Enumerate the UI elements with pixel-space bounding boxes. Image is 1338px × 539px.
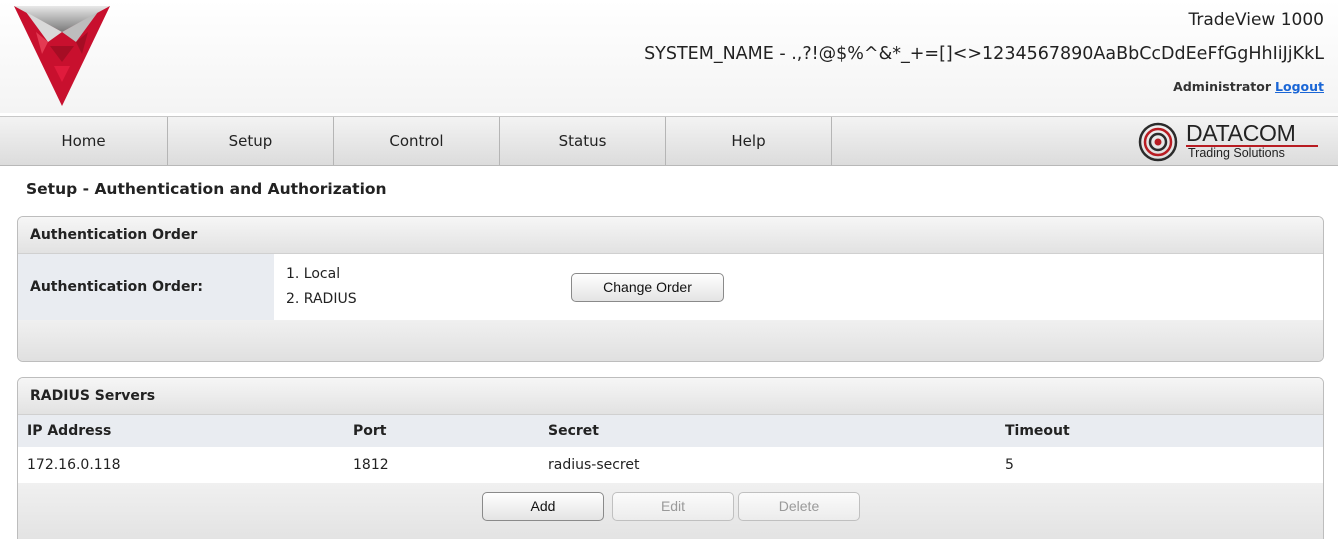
column-header-ip: IP Address [27,423,112,439]
main-nav: Home Setup Control Status Help DATACOM T… [0,116,1338,166]
auth-order-row: Authentication Order: 1. Local 2. RADIUS… [18,254,1323,320]
logout-link[interactable]: Logout [1275,79,1324,94]
datacom-swirl-icon [1138,122,1178,162]
nav-help[interactable]: Help [666,117,832,165]
page-title: Setup - Authentication and Authorization [26,180,387,198]
auth-order-item: 2. RADIUS [286,291,357,307]
auth-order-list: 1. Local 2. RADIUS [286,262,357,312]
system-name: SYSTEM_NAME - .,?!@$%^&*_+=[]<>123456789… [644,44,1324,64]
nav-control[interactable]: Control [334,117,500,165]
cell-timeout: 5 [1005,457,1014,473]
username: Administrator [1173,79,1272,94]
nav-home[interactable]: Home [0,117,168,165]
radius-servers-panel: RADIUS Servers IP Address Port Secret Ti… [17,377,1324,539]
cell-ip: 172.16.0.118 [27,457,121,473]
cell-port: 1812 [353,457,389,473]
auth-order-item: 1. Local [286,266,341,282]
cell-secret: radius-secret [548,457,640,473]
edit-button[interactable]: Edit [612,492,734,521]
panel-footer [18,320,1323,361]
company-logo-icon [14,6,110,106]
auth-order-label: Authentication Order: [18,254,274,320]
panel-title: Authentication Order [18,217,1323,254]
column-header-timeout: Timeout [1005,423,1070,439]
brand-tagline: Trading Solutions [1188,146,1285,160]
product-name: TradeView 1000 [1188,10,1324,30]
panel-title: RADIUS Servers [18,378,1323,415]
nav-setup[interactable]: Setup [168,117,334,165]
brand-name: DATACOM [1186,120,1296,146]
user-info: Administrator Logout [1173,79,1324,94]
authentication-order-panel: Authentication Order Authentication Orde… [17,216,1324,362]
delete-button[interactable]: Delete [738,492,860,521]
header: TradeView 1000 SYSTEM_NAME - .,?!@$%^&*_… [0,0,1338,113]
table-header: IP Address Port Secret Timeout [18,415,1323,447]
add-button[interactable]: Add [482,492,604,521]
nav-status[interactable]: Status [500,117,666,165]
panel-footer: Add Edit Delete [18,483,1323,539]
column-header-port: Port [353,423,387,439]
brand-logo: DATACOM Trading Solutions [1134,120,1324,164]
table-row[interactable]: 172.16.0.118 1812 radius-secret 5 [18,447,1323,483]
column-header-secret: Secret [548,423,599,439]
change-order-button[interactable]: Change Order [571,273,724,302]
